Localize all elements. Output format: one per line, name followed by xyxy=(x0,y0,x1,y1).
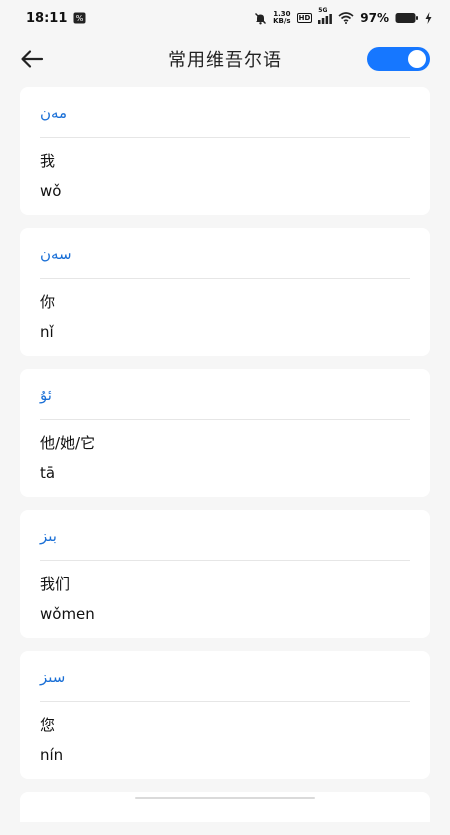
home-indicator xyxy=(135,797,315,799)
signal-5g-icon: 5G xyxy=(318,7,333,24)
uyghur-text: مەن xyxy=(40,104,68,122)
chinese-text: 他/她/它 xyxy=(40,434,96,452)
battery-icon xyxy=(395,12,419,24)
uyghur-text: سەن xyxy=(40,245,72,263)
uyghur-text: بىز xyxy=(40,527,57,545)
page-title: 常用维吾尔语 xyxy=(168,50,282,71)
pinyin-text: wǒmen xyxy=(40,605,95,623)
status-left: 18:11 % xyxy=(26,11,86,26)
phrase-card[interactable]: ئۇ 他/她/它 tā xyxy=(20,369,430,497)
phrase-card[interactable]: سەن 你 nǐ xyxy=(20,228,430,356)
phrase-card[interactable]: سىز 您 nín xyxy=(20,651,430,779)
status-time: 18:11 xyxy=(26,10,68,26)
chinese-text: 我们 xyxy=(40,575,71,593)
mute-bell-icon xyxy=(254,12,267,25)
card-divider xyxy=(40,419,410,420)
signal-label: 5G xyxy=(318,6,328,14)
back-arrow-icon xyxy=(21,50,44,68)
display-toggle[interactable] xyxy=(367,47,430,71)
phrase-card[interactable]: بىز 我们 wǒmen xyxy=(20,510,430,638)
card-divider xyxy=(40,701,410,702)
back-button[interactable] xyxy=(18,46,46,72)
pinyin-text: nǐ xyxy=(40,323,54,341)
pinyin-text: tā xyxy=(40,464,56,482)
hd-badge: HD xyxy=(296,13,313,23)
card-divider xyxy=(40,278,410,279)
charging-bolt-icon xyxy=(425,12,432,24)
phrase-card[interactable]: مەن 我 wǒ xyxy=(20,87,430,215)
card-divider xyxy=(40,560,410,561)
status-bar: 18:11 % 1.30 KB/s HD 5G 97% xyxy=(0,0,450,36)
wifi-icon xyxy=(338,12,354,24)
phrase-list: مەن 我 wǒ سەن 你 nǐ ئۇ 他/她/它 tā بىز 我们 wǒm… xyxy=(20,87,430,835)
uyghur-text: سىز xyxy=(40,668,66,686)
chinese-text: 我 xyxy=(40,152,56,170)
chinese-text: 您 xyxy=(40,716,56,734)
svg-text:%: % xyxy=(76,14,84,23)
chinese-text: 你 xyxy=(40,293,56,311)
status-right: 1.30 KB/s HD 5G 97% xyxy=(254,7,432,25)
pinyin-text: nín xyxy=(40,746,64,764)
notification-app-icon: % xyxy=(73,12,86,24)
toggle-knob xyxy=(408,50,426,68)
pinyin-text: wǒ xyxy=(40,182,62,200)
network-speed: 1.30 KB/s xyxy=(273,11,290,25)
network-speed-unit: KB/s xyxy=(273,17,291,25)
uyghur-text: ئۇ xyxy=(40,386,52,404)
battery-percent: 97% xyxy=(360,11,389,25)
card-divider xyxy=(40,137,410,138)
top-bar: 常用维吾尔语 xyxy=(0,36,450,82)
